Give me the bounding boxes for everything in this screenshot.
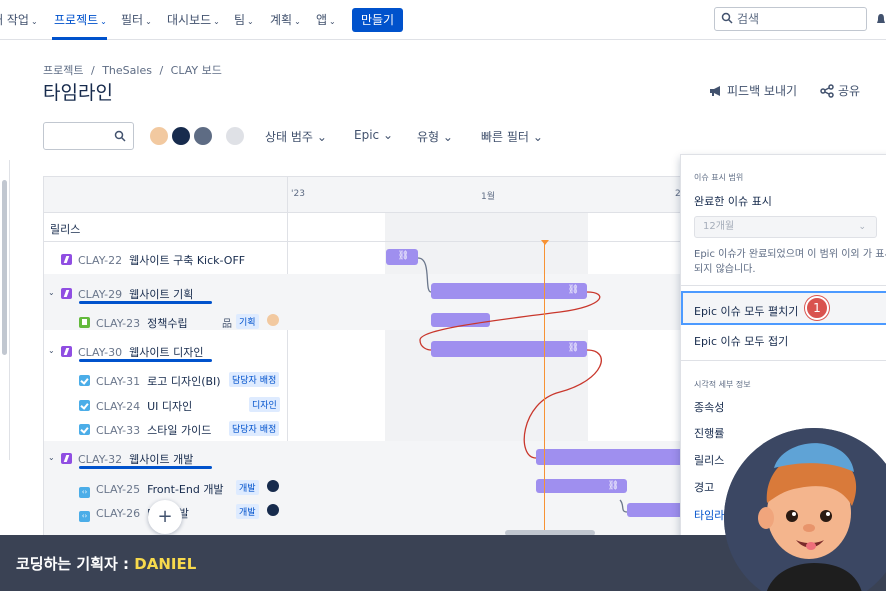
collapse-all-epics-option[interactable]: Epic 이슈 모두 접기 bbox=[694, 333, 788, 349]
range-select: 12개월 ⌄ bbox=[694, 216, 877, 238]
banner-text: 코딩하는 기획자 : DANIEL bbox=[16, 555, 197, 573]
divider bbox=[681, 285, 886, 286]
expand-all-epics-label: Epic 이슈 모두 펼치기 bbox=[694, 305, 799, 318]
visual-item-warnings[interactable]: 경고 bbox=[694, 479, 714, 495]
visual-item-progress[interactable]: 진행률 bbox=[694, 425, 724, 441]
show-completed-option[interactable]: 완료한 이슈 표시 bbox=[694, 193, 772, 209]
add-issue-button[interactable]: + bbox=[148, 500, 182, 534]
today-line bbox=[544, 242, 545, 542]
help-text: Epic 이슈가 완료되었으며 이 범위 이외 가 표시되지 않습니다. bbox=[694, 249, 886, 275]
divider bbox=[681, 360, 886, 361]
step-badge: 1 bbox=[805, 296, 829, 320]
visual-item-releases[interactable]: 릴리스 bbox=[694, 452, 724, 468]
today-marker bbox=[541, 240, 549, 245]
app-root: 내 작업⌄ 프로젝트⌄ 필터⌄ 대시보드⌄ 팀⌄ 계획⌄ 앱⌄ 만들기 검색 프… bbox=[0, 0, 886, 591]
chevron-down-icon: ⌄ bbox=[858, 222, 866, 232]
section-title: 이슈 표시 범위 bbox=[694, 173, 744, 182]
section-title: 시각적 세부 정보 bbox=[694, 380, 751, 389]
visual-item-dependencies[interactable]: 종속성 bbox=[694, 399, 724, 415]
